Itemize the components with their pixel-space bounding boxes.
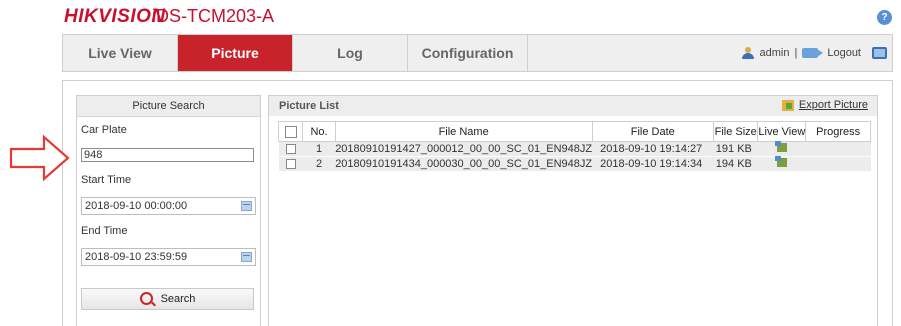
column-header-file-name: File Name bbox=[334, 121, 593, 142]
select-all-checkbox[interactable] bbox=[284, 125, 297, 138]
table-header-row: No. File Name File Date File Size Live V… bbox=[277, 121, 871, 142]
tab-live-view[interactable]: Live View bbox=[63, 35, 178, 71]
user-icon bbox=[741, 47, 755, 59]
table-row[interactable]: 1 20180910191427_000012_00_00_SC_01_EN94… bbox=[278, 141, 871, 157]
screen-icon[interactable] bbox=[872, 47, 887, 59]
column-header-live-view: Live View bbox=[757, 121, 807, 142]
select-all-header[interactable] bbox=[277, 121, 304, 142]
help-icon[interactable]: ? bbox=[877, 10, 892, 25]
picture-search-panel: Picture Search Car Plate 948 Start Time … bbox=[76, 95, 261, 326]
row-file-name: 20180910191427_000012_00_00_SC_01_EN948J… bbox=[335, 143, 593, 155]
table-row[interactable]: 2 20180910191434_000030_00_00_SC_01_EN94… bbox=[278, 156, 871, 172]
row-file-size: 194 KB bbox=[715, 158, 752, 170]
row-file-size: 191 KB bbox=[715, 143, 752, 155]
calendar-icon[interactable] bbox=[241, 252, 252, 262]
row-file-date: 2018-09-10 19:14:34 bbox=[600, 158, 703, 170]
tab-configuration[interactable]: Configuration bbox=[408, 35, 528, 71]
row-file-date: 2018-09-10 19:14:27 bbox=[600, 143, 703, 155]
logout-link[interactable]: Logout bbox=[827, 47, 861, 59]
end-time-input[interactable]: 2018-09-10 23:59:59 bbox=[81, 248, 256, 266]
row-checkbox[interactable] bbox=[285, 159, 296, 170]
tab-picture[interactable]: Picture bbox=[178, 35, 293, 71]
column-header-no: No. bbox=[302, 121, 336, 142]
search-button[interactable]: Search bbox=[81, 288, 254, 310]
start-time-input[interactable]: 2018-09-10 00:00:00 bbox=[81, 197, 256, 215]
column-header-file-date: File Date bbox=[591, 121, 714, 142]
row-progress bbox=[806, 142, 871, 157]
export-picture-link[interactable]: Export Picture bbox=[781, 99, 868, 111]
car-plate-input[interactable]: 948 bbox=[81, 148, 254, 162]
picture-search-title: Picture Search bbox=[77, 96, 260, 117]
hikvision-logo: HIKVISION bbox=[64, 6, 166, 27]
picture-list-table: No. File Name File Date File Size Live V… bbox=[277, 121, 871, 172]
row-live-view-cell[interactable] bbox=[758, 156, 806, 172]
column-header-file-size: File Size bbox=[712, 121, 759, 142]
tab-log[interactable]: Log bbox=[293, 35, 408, 71]
live-view-icon[interactable] bbox=[774, 141, 787, 152]
row-file-name: 20180910191434_000030_00_00_SC_01_EN948J… bbox=[335, 158, 593, 170]
user-area: admin | Logout bbox=[741, 35, 887, 71]
car-plate-label: Car Plate bbox=[81, 124, 127, 136]
start-time-value: 2018-09-10 00:00:00 bbox=[85, 200, 188, 212]
calendar-icon[interactable] bbox=[241, 201, 252, 211]
row-no: 1 bbox=[315, 143, 323, 155]
username-label: admin bbox=[759, 47, 790, 59]
column-header-progress: Progress bbox=[805, 121, 871, 142]
row-progress bbox=[806, 157, 871, 172]
search-button-label: Search bbox=[160, 293, 196, 305]
row-no: 2 bbox=[315, 158, 323, 170]
row-checkbox[interactable] bbox=[285, 144, 296, 155]
end-time-label: End Time bbox=[81, 225, 128, 237]
end-time-value: 2018-09-10 23:59:59 bbox=[85, 251, 188, 263]
start-time-label: Start Time bbox=[81, 174, 132, 186]
logout-icon[interactable] bbox=[802, 48, 824, 58]
row-checkbox-cell[interactable] bbox=[279, 142, 303, 157]
export-icon bbox=[781, 99, 794, 111]
device-model-title: iDS-TCM203-A bbox=[152, 6, 275, 26]
live-view-icon[interactable] bbox=[774, 156, 787, 167]
main-nav-bar: Live View Picture Log Configuration admi… bbox=[62, 34, 893, 72]
picture-list-panel: Picture List Export Picture No. File Nam… bbox=[268, 95, 878, 326]
user-separator: | bbox=[794, 47, 798, 59]
row-checkbox-cell[interactable] bbox=[279, 157, 303, 172]
search-icon bbox=[139, 291, 153, 305]
export-picture-label: Export Picture bbox=[798, 99, 868, 111]
annotation-arrow-icon bbox=[9, 134, 70, 182]
row-live-view-cell[interactable] bbox=[758, 141, 806, 157]
